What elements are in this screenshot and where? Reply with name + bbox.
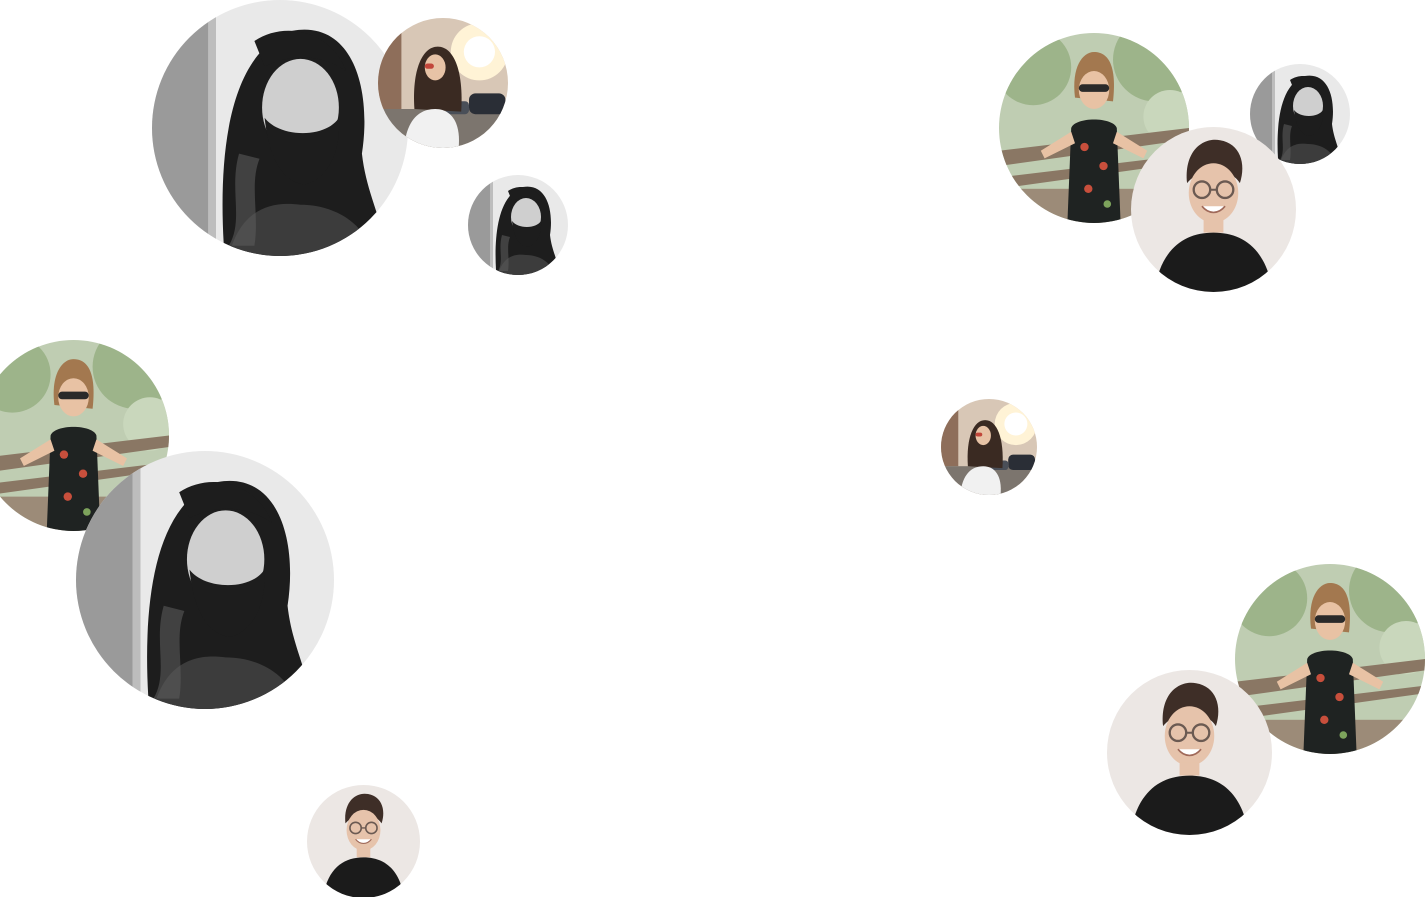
avatar-man-glasses-studio[interactable] bbox=[1107, 670, 1272, 835]
woman-street-sunlight-photo bbox=[378, 18, 508, 148]
avatar-cloud bbox=[0, 0, 1425, 897]
woman-street-sunlight-photo bbox=[941, 399, 1037, 495]
avatar-woman-street-sunlight[interactable] bbox=[941, 399, 1037, 495]
avatar-man-glasses-studio[interactable] bbox=[1131, 127, 1296, 292]
man-glasses-studio-photo bbox=[1131, 127, 1296, 292]
avatar-woman-street-sunlight[interactable] bbox=[378, 18, 508, 148]
avatar-bearded-man-bw[interactable] bbox=[76, 451, 334, 709]
avatar-bearded-man-bw[interactable] bbox=[152, 0, 408, 256]
man-glasses-studio-photo bbox=[1107, 670, 1272, 835]
bearded-man-bw-photo bbox=[76, 451, 334, 709]
man-glasses-studio-photo bbox=[307, 785, 420, 897]
bearded-man-bw-photo bbox=[468, 175, 568, 275]
avatar-man-glasses-studio[interactable] bbox=[307, 785, 420, 897]
bearded-man-bw-photo bbox=[152, 0, 408, 256]
avatar-bearded-man-bw[interactable] bbox=[468, 175, 568, 275]
